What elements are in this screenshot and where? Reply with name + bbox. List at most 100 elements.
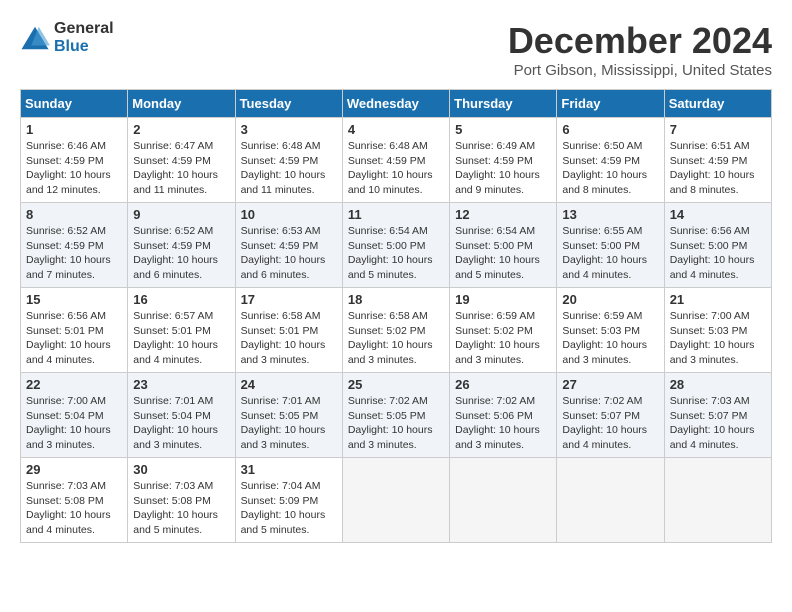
day-number: 5 [455, 122, 551, 137]
day-info: Sunrise: 7:03 AM Sunset: 5:08 PM Dayligh… [133, 479, 229, 538]
day-cell-29: 29 Sunrise: 7:03 AM Sunset: 5:08 PM Dayli… [21, 458, 128, 543]
day-number: 28 [670, 377, 766, 392]
column-header-monday: Monday [128, 90, 235, 118]
day-cell-8: 8Sunrise: 6:52 AM Sunset: 4:59 PM Daylig… [21, 203, 128, 288]
day-info: Sunrise: 6:59 AM Sunset: 5:02 PM Dayligh… [455, 309, 551, 368]
day-cell-23: 23Sunrise: 7:01 AM Sunset: 5:04 PM Dayli… [128, 373, 235, 458]
day-info: Sunrise: 7:04 AM Sunset: 5:09 PM Dayligh… [241, 479, 337, 538]
day-number: 11 [348, 207, 444, 222]
day-number: 20 [562, 292, 658, 307]
day-cell-2: 2 Sunrise: 6:47 AM Sunset: 4:59 PM Daylig… [128, 118, 235, 203]
day-cell-30: 30 Sunrise: 7:03 AM Sunset: 5:08 PM Dayli… [128, 458, 235, 543]
day-number: 2 [133, 122, 229, 137]
day-number: 10 [241, 207, 337, 222]
day-info: Sunrise: 6:56 AM Sunset: 5:01 PM Dayligh… [26, 309, 122, 368]
day-number: 24 [241, 377, 337, 392]
day-info: Sunrise: 7:00 AM Sunset: 5:04 PM Dayligh… [26, 394, 122, 453]
day-number: 30 [133, 462, 229, 477]
day-info: Sunrise: 7:01 AM Sunset: 5:05 PM Dayligh… [241, 394, 337, 453]
column-header-friday: Friday [557, 90, 664, 118]
day-info: Sunrise: 6:46 AM Sunset: 4:59 PM Dayligh… [26, 139, 122, 198]
day-info: Sunrise: 6:55 AM Sunset: 5:00 PM Dayligh… [562, 224, 658, 283]
empty-cell [557, 458, 664, 543]
column-header-wednesday: Wednesday [342, 90, 449, 118]
day-cell-28: 28 Sunrise: 7:03 AM Sunset: 5:07 PM Dayli… [664, 373, 771, 458]
column-header-sunday: Sunday [21, 90, 128, 118]
day-info: Sunrise: 6:50 AM Sunset: 4:59 PM Dayligh… [562, 139, 658, 198]
day-cell-4: 4 Sunrise: 6:48 AM Sunset: 4:59 PM Daylig… [342, 118, 449, 203]
day-number: 6 [562, 122, 658, 137]
day-cell-18: 18 Sunrise: 6:58 AM Sunset: 5:02 PM Dayli… [342, 288, 449, 373]
day-cell-14: 14 Sunrise: 6:56 AM Sunset: 5:00 PM Dayli… [664, 203, 771, 288]
day-cell-27: 27Sunrise: 7:02 AM Sunset: 5:07 PM Dayli… [557, 373, 664, 458]
day-info: Sunrise: 7:03 AM Sunset: 5:07 PM Dayligh… [670, 394, 766, 453]
week-row-3: 15 Sunrise: 6:56 AM Sunset: 5:01 PM Dayli… [21, 288, 772, 373]
day-cell-24: 24 Sunrise: 7:01 AM Sunset: 5:05 PM Dayli… [235, 373, 342, 458]
day-number: 21 [670, 292, 766, 307]
day-number: 25 [348, 377, 444, 392]
day-info: Sunrise: 6:58 AM Sunset: 5:02 PM Dayligh… [348, 309, 444, 368]
empty-cell [664, 458, 771, 543]
title-area: December 2024 Port Gibson, Mississippi, … [508, 20, 772, 79]
logo-general-text: General [54, 20, 114, 38]
page-header: General Blue December 2024 Port Gibson, … [20, 20, 772, 79]
day-number: 17 [241, 292, 337, 307]
day-info: Sunrise: 6:56 AM Sunset: 5:00 PM Dayligh… [670, 224, 766, 283]
day-info: Sunrise: 6:53 AM Sunset: 4:59 PM Dayligh… [241, 224, 337, 283]
day-number: 22 [26, 377, 122, 392]
day-number: 29 [26, 462, 122, 477]
day-number: 8 [26, 207, 122, 222]
column-header-thursday: Thursday [450, 90, 557, 118]
day-info: Sunrise: 6:47 AM Sunset: 4:59 PM Dayligh… [133, 139, 229, 198]
day-cell-25: 25 Sunrise: 7:02 AM Sunset: 5:05 PM Dayli… [342, 373, 449, 458]
day-cell-19: 19 Sunrise: 6:59 AM Sunset: 5:02 PM Dayli… [450, 288, 557, 373]
day-number: 18 [348, 292, 444, 307]
day-info: Sunrise: 6:51 AM Sunset: 4:59 PM Dayligh… [670, 139, 766, 198]
day-cell-6: 6 Sunrise: 6:50 AM Sunset: 4:59 PM Daylig… [557, 118, 664, 203]
header-row: SundayMondayTuesdayWednesdayThursdayFrid… [21, 90, 772, 118]
day-cell-3: 3 Sunrise: 6:48 AM Sunset: 4:59 PM Daylig… [235, 118, 342, 203]
column-header-saturday: Saturday [664, 90, 771, 118]
day-number: 4 [348, 122, 444, 137]
day-number: 7 [670, 122, 766, 137]
day-cell-11: 11 Sunrise: 6:54 AM Sunset: 5:00 PM Dayli… [342, 203, 449, 288]
day-cell-1: 1 Sunrise: 6:46 AM Sunset: 4:59 PM Daylig… [21, 118, 128, 203]
day-info: Sunrise: 6:54 AM Sunset: 5:00 PM Dayligh… [455, 224, 551, 283]
week-row-2: 8 Sunrise: 6:52 AM Sunset: 4:59 PM Daylig… [21, 203, 772, 288]
empty-cell [450, 458, 557, 543]
empty-cell [342, 458, 449, 543]
day-info: Sunrise: 6:57 AM Sunset: 5:01 PM Dayligh… [133, 309, 229, 368]
calendar-table: SundayMondayTuesdayWednesdayThursdayFrid… [20, 89, 772, 543]
logo-blue-text: Blue [54, 38, 114, 56]
day-number: 16 [133, 292, 229, 307]
day-cell-15: 15 Sunrise: 6:56 AM Sunset: 5:01 PM Dayli… [21, 288, 128, 373]
day-info: Sunrise: 6:54 AM Sunset: 5:00 PM Dayligh… [348, 224, 444, 283]
day-cell-5: 5Sunrise: 6:49 AM Sunset: 4:59 PM Daylig… [450, 118, 557, 203]
day-info: Sunrise: 7:03 AM Sunset: 5:08 PM Dayligh… [26, 479, 122, 538]
day-info: Sunrise: 6:48 AM Sunset: 4:59 PM Dayligh… [348, 139, 444, 198]
day-cell-16: 16 Sunrise: 6:57 AM Sunset: 5:01 PM Dayli… [128, 288, 235, 373]
day-number: 3 [241, 122, 337, 137]
day-info: Sunrise: 6:59 AM Sunset: 5:03 PM Dayligh… [562, 309, 658, 368]
logo: General Blue [20, 20, 114, 55]
day-cell-7: 7 Sunrise: 6:51 AM Sunset: 4:59 PM Daylig… [664, 118, 771, 203]
day-cell-20: 20 Sunrise: 6:59 AM Sunset: 5:03 PM Dayli… [557, 288, 664, 373]
day-cell-9: 9 Sunrise: 6:52 AM Sunset: 4:59 PM Daylig… [128, 203, 235, 288]
day-number: 19 [455, 292, 551, 307]
day-info: Sunrise: 6:48 AM Sunset: 4:59 PM Dayligh… [241, 139, 337, 198]
day-info: Sunrise: 7:02 AM Sunset: 5:06 PM Dayligh… [455, 394, 551, 453]
location-title: Port Gibson, Mississippi, United States [508, 62, 772, 79]
column-header-tuesday: Tuesday [235, 90, 342, 118]
day-number: 31 [241, 462, 337, 477]
day-cell-21: 21Sunrise: 7:00 AM Sunset: 5:03 PM Dayli… [664, 288, 771, 373]
day-info: Sunrise: 6:52 AM Sunset: 4:59 PM Dayligh… [133, 224, 229, 283]
day-cell-17: 17Sunrise: 6:58 AM Sunset: 5:01 PM Dayli… [235, 288, 342, 373]
day-info: Sunrise: 7:02 AM Sunset: 5:05 PM Dayligh… [348, 394, 444, 453]
day-number: 9 [133, 207, 229, 222]
day-number: 1 [26, 122, 122, 137]
day-cell-13: 13Sunrise: 6:55 AM Sunset: 5:00 PM Dayli… [557, 203, 664, 288]
day-number: 14 [670, 207, 766, 222]
day-number: 15 [26, 292, 122, 307]
day-cell-31: 31 Sunrise: 7:04 AM Sunset: 5:09 PM Dayli… [235, 458, 342, 543]
day-number: 27 [562, 377, 658, 392]
